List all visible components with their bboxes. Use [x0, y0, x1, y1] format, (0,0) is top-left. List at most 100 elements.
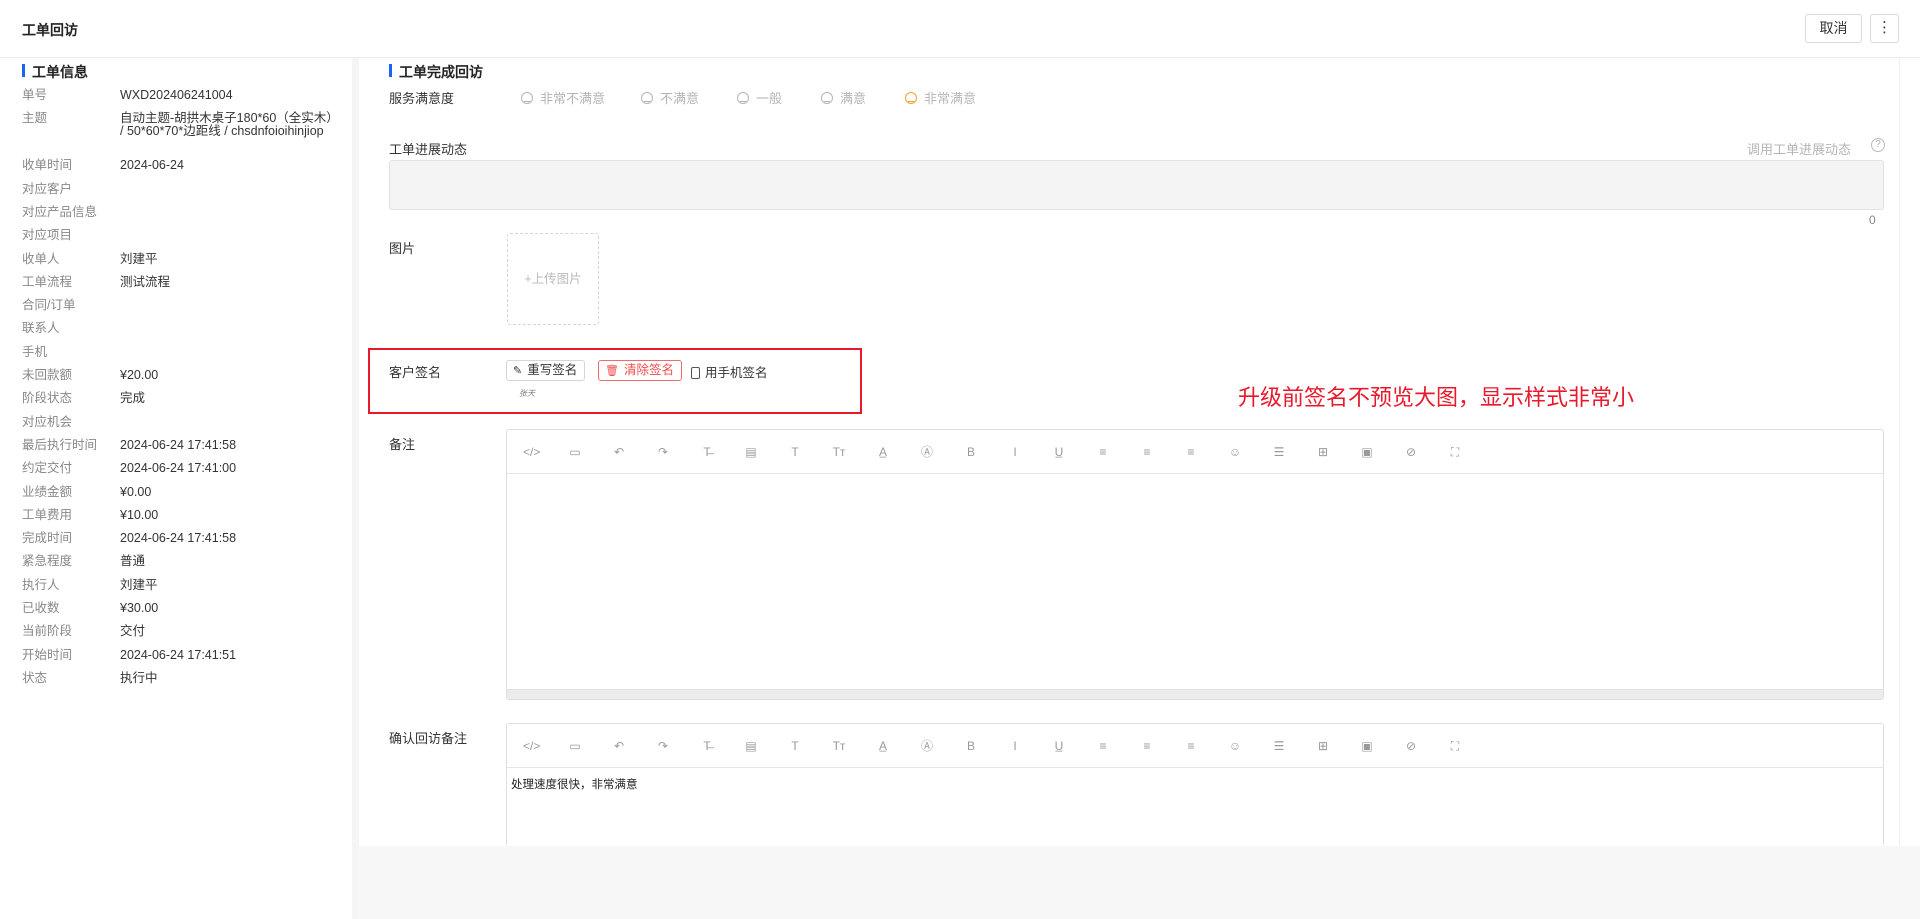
info-row-value: WXD202406241004 — [120, 88, 233, 102]
align-left-icon[interactable]: ≡ — [1095, 444, 1111, 460]
more-options-icon[interactable]: ⋮ — [1870, 14, 1899, 43]
paste-icon[interactable]: ▤ — [743, 738, 759, 754]
info-row-value: ¥0.00 — [120, 484, 152, 499]
undo-icon[interactable]: ↶ — [611, 444, 627, 460]
bold-icon[interactable]: B — [963, 738, 979, 754]
trash-icon: 🗑 — [605, 365, 619, 377]
code-icon[interactable]: </> — [523, 738, 540, 754]
info-row-key: 已收数 — [22, 601, 60, 615]
visit-form-title: 工单完成回访 — [389, 62, 483, 82]
template-icon[interactable]: ▭ — [567, 738, 583, 754]
fullscreen-icon[interactable]: ⛶ — [1447, 738, 1463, 754]
emoji-icon[interactable]: ☺ — [1227, 738, 1243, 754]
attachment-icon[interactable]: ⊘ — [1403, 738, 1419, 754]
info-row-key: 完成时间 — [22, 531, 73, 546]
info-row-value: 2024-06-24 17:41:58 — [120, 531, 237, 546]
strikethrough-icon[interactable]: T̶ — [699, 738, 715, 754]
align-right-icon[interactable]: ≡ — [1183, 738, 1199, 754]
upload-image-button[interactable]: +上传图片 — [507, 233, 599, 325]
remark-editor-body[interactable] — [507, 474, 1883, 490]
satisfaction-option[interactable]: 非常不满意 — [521, 88, 605, 107]
satisfaction-option[interactable]: 不满意 — [641, 88, 699, 107]
satisfaction-option-label: 非常不满意 — [540, 91, 606, 106]
signature-thumbnail[interactable]: 张天 — [519, 388, 535, 399]
info-row-value: 自动主题-胡拱木桌子180*60（全实木） / 50*60*70*边距线 / c… — [120, 111, 339, 139]
confirm-remark-editor: </> ▭ ↶ ↷ T̶ ▤ T Tт A̲ Ⓐ B I U̲ ≡ ≡ ≡ ☺ ☰ ⊞ ▣ ⊘ ⛶ 处理速度很快，非常满意 — [506, 723, 1884, 845]
mobile-signature-button[interactable]: 用手机签名 — [691, 362, 768, 381]
fullscreen-icon[interactable]: ⛶ — [1447, 444, 1463, 460]
work-order-info-panel: 工单信息 单号 WXD202406241004 主题 自动主题-胡拱木桌子180*60… — [0, 58, 352, 919]
italic-icon[interactable]: I — [1007, 738, 1023, 754]
info-row-value: 2024-06-24 17:41:58 — [120, 437, 237, 452]
char-count: 0 — [1869, 213, 1876, 227]
image-icon[interactable]: ▣ — [1359, 444, 1375, 460]
confirm-remark-editor-body[interactable]: 处理速度很快，非常满意 — [507, 768, 1883, 800]
rewrite-signature-button[interactable]: ✎ 重写签名 — [506, 360, 586, 381]
satisfaction-option-label: 非常满意 — [924, 91, 977, 106]
info-row-value: 刘建平 — [120, 577, 158, 592]
image-icon[interactable]: ▣ — [1359, 738, 1375, 754]
scrollbar[interactable] — [1899, 58, 1920, 846]
code-icon[interactable]: </> — [523, 444, 540, 460]
info-row-key: 阶段状态 — [22, 391, 73, 406]
info-row-value: 2024-06-24 17:41:00 — [120, 461, 237, 476]
info-row-value: 交付 — [120, 624, 146, 639]
underline-icon[interactable]: U̲ — [1051, 444, 1067, 460]
undo-icon[interactable]: ↶ — [611, 738, 627, 754]
font-size-icon[interactable]: Tт — [831, 738, 847, 754]
info-row-key: 单号 — [22, 88, 48, 102]
panel-divider — [352, 58, 359, 919]
italic-icon[interactable]: I — [1007, 444, 1023, 460]
font-size-icon[interactable]: Tт — [831, 444, 847, 460]
satisfaction-option[interactable]: 满意 — [821, 88, 866, 107]
very-happy-face-icon — [905, 92, 917, 104]
mobile-signature-label: 用手机签名 — [705, 366, 768, 380]
info-row-key: 工单费用 — [22, 507, 73, 522]
align-right-icon[interactable]: ≡ — [1183, 444, 1199, 460]
satisfaction-option[interactable]: 一般 — [737, 88, 782, 107]
horizontal-line-icon[interactable]: ☰ — [1271, 444, 1287, 460]
info-row-value: 刘建平 — [120, 251, 158, 266]
load-progress-link[interactable]: 调用工单进展动态 — [1747, 139, 1851, 158]
horizontal-line-icon[interactable]: ☰ — [1271, 738, 1287, 754]
page-background — [359, 846, 1920, 919]
happy-face-icon — [821, 92, 833, 104]
redo-icon[interactable]: ↷ — [655, 738, 671, 754]
satisfaction-option-selected[interactable]: 非常满意 — [905, 88, 976, 107]
rewrite-signature-label: 重写签名 — [527, 363, 578, 377]
cancel-button[interactable]: 取消 — [1805, 14, 1862, 43]
bold-icon[interactable]: B — [963, 444, 979, 460]
redo-icon[interactable]: ↷ — [655, 444, 671, 460]
align-center-icon[interactable]: ≡ — [1139, 444, 1155, 460]
font-color-icon[interactable]: A̲ — [875, 738, 891, 754]
remark-editor: </> ▭ ↶ ↷ T̶ ▤ T Tт A̲ Ⓐ B I U̲ ≡ ≡ ≡ ☺ ☰ ⊞ ▣ ⊘ ⛶ — [506, 429, 1884, 700]
text-icon[interactable]: T — [787, 738, 803, 754]
background-color-icon[interactable]: Ⓐ — [919, 738, 935, 754]
emoji-icon[interactable]: ☺ — [1227, 444, 1243, 460]
editor-toolbar: </> ▭ ↶ ↷ T̶ ▤ T Tт A̲ Ⓐ B I U̲ ≡ ≡ ≡ ☺ ☰ ⊞ ▣ ⊘ ⛶ — [507, 430, 1883, 474]
align-center-icon[interactable]: ≡ — [1139, 738, 1155, 754]
info-row-key: 合同/订单 — [22, 298, 76, 313]
progress-textarea[interactable] — [389, 160, 1884, 210]
background-color-icon[interactable]: Ⓐ — [919, 444, 935, 460]
clear-signature-label: 清除签名 — [623, 363, 674, 377]
align-left-icon[interactable]: ≡ — [1095, 738, 1111, 754]
paste-icon[interactable]: ▤ — [743, 444, 759, 460]
help-icon[interactable]: ? — [1871, 138, 1885, 152]
text-icon[interactable]: T — [787, 444, 803, 460]
editor-toolbar: </> ▭ ↶ ↷ T̶ ▤ T Tт A̲ Ⓐ B I U̲ ≡ ≡ ≡ ☺ ☰ ⊞ ▣ ⊘ ⛶ — [507, 724, 1883, 768]
info-row-key: 未回款额 — [22, 368, 73, 382]
satisfaction-label: 服务满意度 — [389, 91, 455, 106]
table-icon[interactable]: ⊞ — [1315, 444, 1331, 460]
info-row-value: 执行中 — [120, 670, 158, 685]
clear-signature-button[interactable]: 🗑 清除签名 — [598, 360, 682, 381]
phone-icon — [691, 367, 700, 379]
page-title: 工单回访 — [22, 22, 78, 38]
table-icon[interactable]: ⊞ — [1315, 738, 1331, 754]
attachment-icon[interactable]: ⊘ — [1403, 444, 1419, 460]
work-order-info-title: 工单信息 — [22, 62, 88, 82]
strikethrough-icon[interactable]: T̶ — [699, 444, 715, 460]
template-icon[interactable]: ▭ — [567, 444, 583, 460]
font-color-icon[interactable]: A̲ — [875, 444, 891, 460]
underline-icon[interactable]: U̲ — [1051, 738, 1067, 754]
